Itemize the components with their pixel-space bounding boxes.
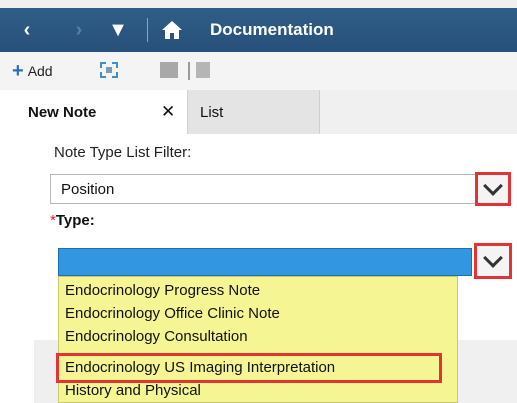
tab-list[interactable]: List: [188, 90, 320, 134]
save-icon[interactable]: [160, 62, 178, 78]
tab-strip: New Note ✕ List: [0, 90, 517, 134]
dropdown-option[interactable]: Endocrinology Consultation: [65, 327, 248, 347]
panel-footer-right: [458, 340, 517, 403]
filter-dropdown-button[interactable]: [475, 172, 511, 206]
note-type-filter-value: Position: [61, 180, 115, 198]
note-type-filter-label: Note Type List Filter:: [54, 144, 192, 161]
add-label: Add: [27, 63, 53, 79]
select-document-icon[interactable]: [100, 62, 118, 78]
add-button[interactable]: + Add: [12, 60, 53, 82]
tab-new-note-label: New Note: [28, 103, 97, 121]
history-dropdown-icon[interactable]: ▼: [108, 8, 128, 52]
note-type-filter-select[interactable]: Position: [50, 174, 476, 204]
close-icon[interactable]: ✕: [161, 90, 175, 134]
back-arrow-icon[interactable]: ‹: [14, 8, 40, 52]
documentation-window: ‹ › ▼ Documentation + Add New Note ✕ Lis…: [0, 0, 517, 403]
highlight-box: [56, 353, 442, 383]
dropdown-option[interactable]: Endocrinology Office Clinic Note: [65, 304, 280, 324]
type-dropdown-list: Endocrinology Progress Note Endocrinolog…: [58, 276, 458, 403]
type-dropdown-button[interactable]: [474, 243, 512, 279]
toolbar: + Add: [0, 52, 517, 90]
type-label: *Type:: [50, 212, 95, 229]
panel-margin: [0, 134, 34, 403]
home-icon[interactable]: [158, 8, 186, 52]
title-separator: [147, 18, 148, 42]
chevron-down-icon: [483, 248, 503, 268]
tab-list-label: List: [200, 103, 224, 121]
forward-arrow-icon[interactable]: ›: [66, 8, 92, 52]
tab-strip-filler: [320, 90, 517, 134]
chevron-down-icon: [483, 176, 503, 196]
tab-new-note[interactable]: New Note ✕: [0, 90, 188, 134]
dropdown-option[interactable]: History and Physical: [65, 381, 201, 401]
sign-document-icon[interactable]: [196, 62, 210, 78]
type-select[interactable]: [58, 248, 472, 276]
toolbar-separator: [188, 62, 190, 80]
type-label-text: Type:: [55, 212, 95, 229]
title-bar: ‹ › ▼ Documentation: [0, 8, 517, 52]
dropdown-option[interactable]: Endocrinology Progress Note: [65, 281, 260, 301]
page-title: Documentation: [210, 20, 334, 39]
plus-icon: +: [12, 60, 24, 82]
